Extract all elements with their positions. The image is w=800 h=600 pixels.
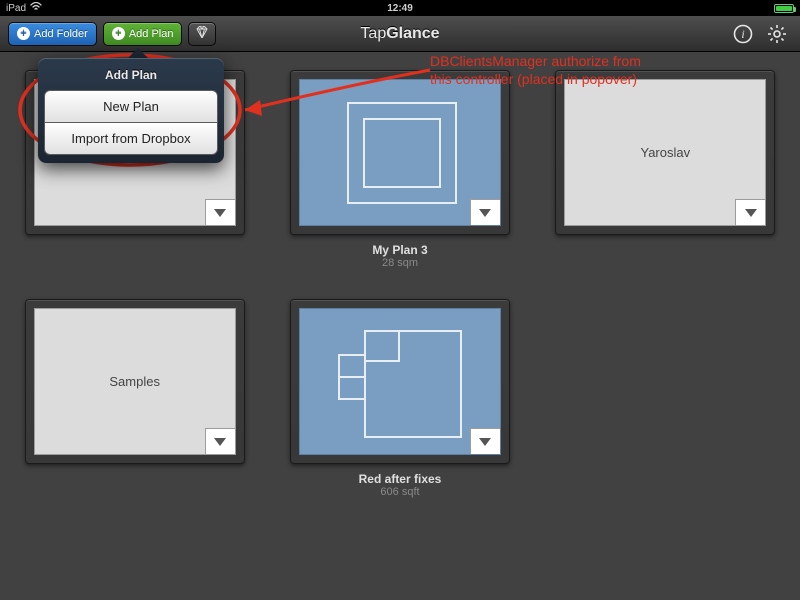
plan-card[interactable]: Samples — [22, 299, 247, 498]
tile-menu-button[interactable] — [735, 199, 765, 225]
add-plan-label: Add Plan — [129, 28, 174, 40]
clock: 12:49 — [387, 3, 413, 14]
annotation-line1: DBClientsManager authorize from — [430, 53, 641, 69]
chevron-down-icon — [214, 209, 226, 217]
plus-icon: + — [17, 27, 30, 40]
svg-text:i: i — [741, 27, 744, 41]
new-plan-button[interactable]: New Plan — [44, 90, 218, 123]
plan-tile[interactable] — [290, 70, 510, 235]
card-title: Red after fixes — [359, 472, 442, 486]
plan-tile[interactable] — [290, 299, 510, 464]
tile-preview — [299, 79, 501, 226]
add-folder-button[interactable]: + Add Folder — [8, 22, 97, 46]
tile-menu-button[interactable] — [205, 199, 235, 225]
tile-menu-button[interactable] — [470, 428, 500, 454]
annotation-line2: this controller (placed in popover) — [430, 71, 637, 87]
tile-label: Samples — [109, 374, 160, 389]
card-subtitle: 606 sqft — [380, 486, 419, 498]
plan-card[interactable]: My Plan 3 28 sqm — [287, 70, 512, 269]
diamond-button[interactable] — [188, 22, 216, 46]
plan-tile[interactable]: Yaroslav — [555, 70, 775, 235]
device-label: iPad — [6, 3, 26, 14]
add-plan-button[interactable]: + Add Plan — [103, 22, 183, 46]
title-light: Tap — [360, 25, 386, 42]
chevron-down-icon — [745, 209, 757, 217]
plan-tile[interactable]: Samples — [25, 299, 245, 464]
info-button[interactable]: i — [732, 23, 754, 45]
plan-card[interactable]: Red after fixes 606 sqft — [287, 299, 512, 498]
popover-title: Add Plan — [44, 64, 218, 90]
battery-icon — [774, 4, 794, 13]
add-folder-label: Add Folder — [34, 28, 88, 40]
nav-bar: + Add Folder + Add Plan TapGlance i — [0, 16, 800, 52]
add-plan-popover: Add Plan New Plan Import from Dropbox — [38, 48, 224, 163]
tile-menu-button[interactable] — [205, 428, 235, 454]
annotation-text: DBClientsManager authorize from this con… — [430, 52, 750, 88]
plan-card[interactable]: Yaroslav — [553, 70, 778, 269]
card-subtitle: 28 sqm — [382, 257, 418, 269]
tile-label: Yaroslav — [641, 145, 691, 160]
title-bold: Glance — [386, 25, 439, 42]
wifi-icon — [30, 2, 42, 14]
chevron-down-icon — [214, 438, 226, 446]
chevron-down-icon — [479, 209, 491, 217]
import-dropbox-button[interactable]: Import from Dropbox — [44, 122, 218, 155]
plus-icon: + — [112, 27, 125, 40]
popover-arrow — [128, 48, 148, 58]
settings-button[interactable] — [766, 23, 788, 45]
chevron-down-icon — [479, 438, 491, 446]
tile-preview: Samples — [34, 308, 236, 455]
tile-preview: Yaroslav — [564, 79, 766, 226]
diamond-icon — [195, 26, 209, 41]
status-bar: iPad 12:49 — [0, 0, 800, 16]
app-title: TapGlance — [360, 25, 439, 43]
tile-menu-button[interactable] — [470, 199, 500, 225]
tile-preview — [299, 308, 501, 455]
card-title: My Plan 3 — [372, 243, 427, 257]
